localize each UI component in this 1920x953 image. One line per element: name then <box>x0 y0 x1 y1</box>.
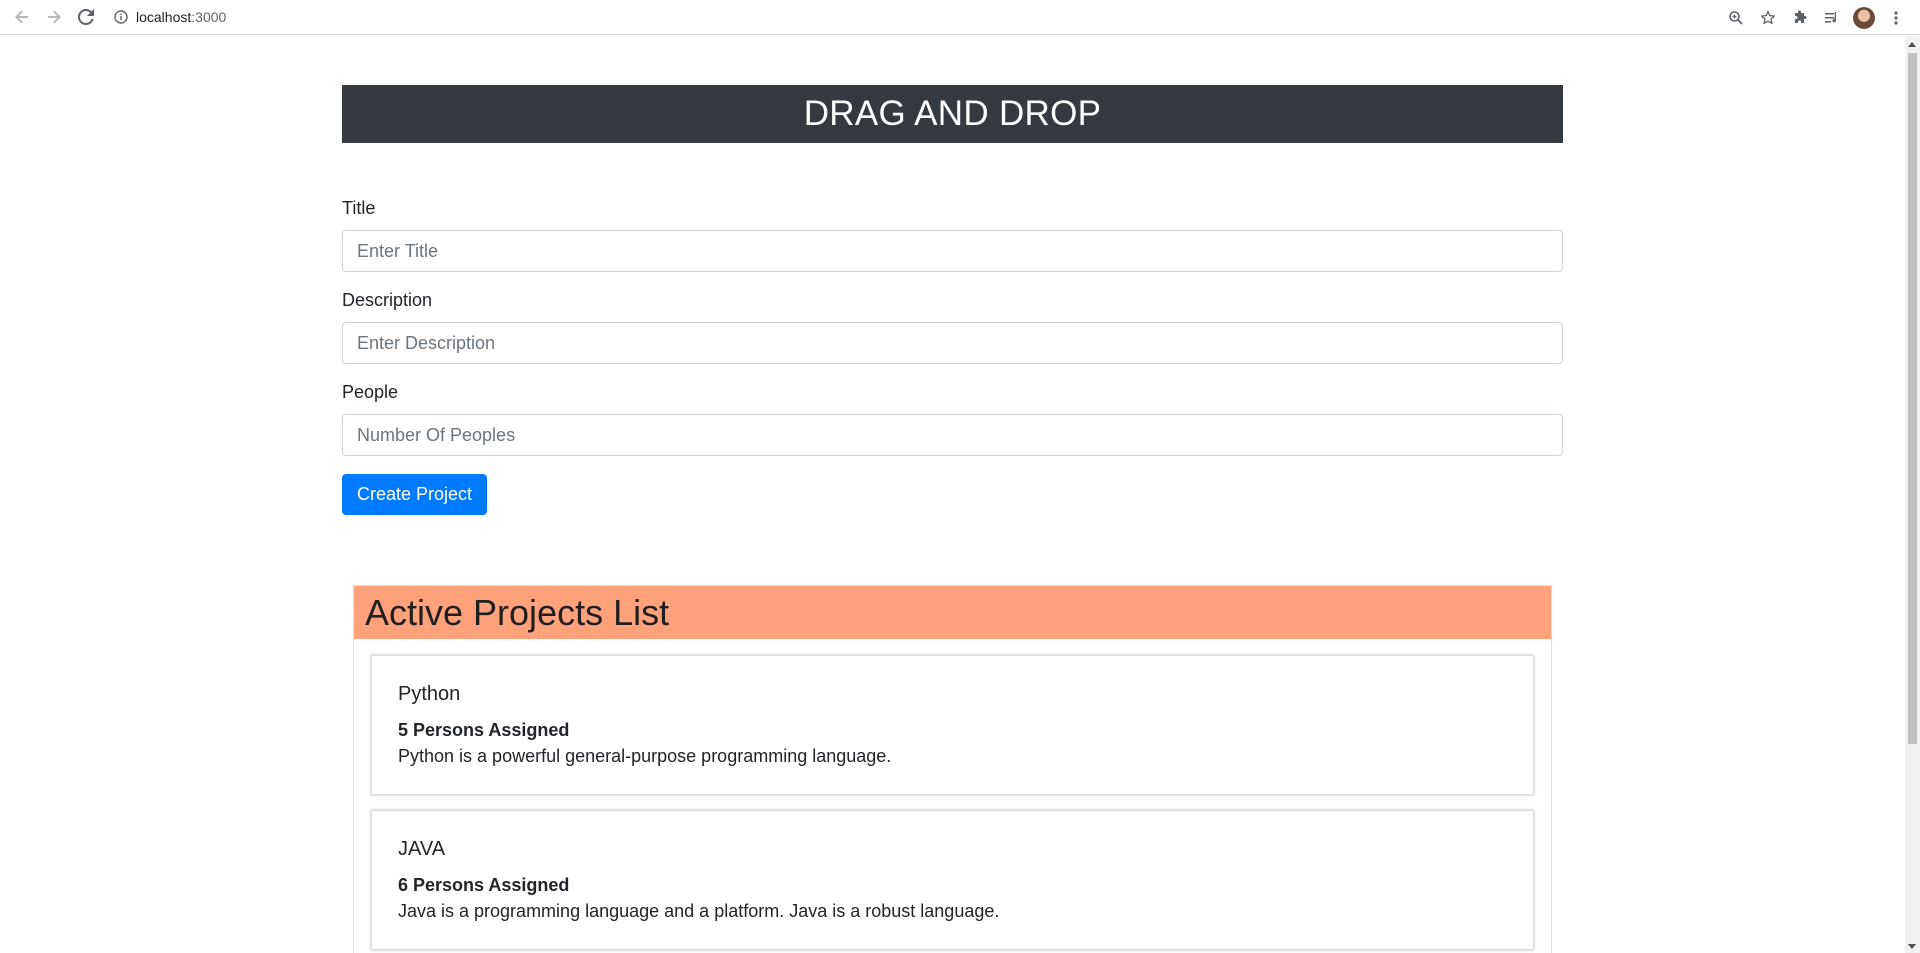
project-title: Python <box>398 683 461 705</box>
people-input[interactable] <box>342 414 1563 456</box>
page-viewport: DRAG AND DROP Title Description People C… <box>0 36 1905 953</box>
project-card-python[interactable]: Python 5 Persons Assigned Python is a po… <box>371 655 1534 795</box>
project-card-java[interactable]: JAVA 6 Persons Assigned Java is a progra… <box>371 810 1534 950</box>
bookmark-star-icon[interactable] <box>1752 2 1784 34</box>
back-arrow-icon[interactable] <box>6 1 38 33</box>
title-group: Title <box>342 198 1563 272</box>
media-queue-icon[interactable] <box>1816 2 1848 34</box>
active-projects-header: Active Projects List <box>354 586 1551 639</box>
project-description: Python is a powerful general-purpose pro… <box>398 746 892 766</box>
active-projects-list[interactable]: Active Projects List Python 5 Persons As… <box>353 585 1552 953</box>
page-title: DRAG AND DROP <box>803 94 1102 133</box>
project-form: Title Description People Create Project <box>342 198 1563 515</box>
url-port: :3000 <box>191 9 227 25</box>
browser-toolbar: localhost:3000 <box>0 0 1920 35</box>
menu-kebab-icon[interactable] <box>1880 2 1912 34</box>
title-label: Title <box>342 198 376 218</box>
project-description: Java is a programming language and a pla… <box>398 901 1000 921</box>
project-title: JAVA <box>398 838 446 860</box>
scroll-down-arrow-icon[interactable] <box>1908 944 1916 949</box>
project-people: 5 Persons Assigned <box>398 720 570 740</box>
app-container: DRAG AND DROP Title Description People C… <box>342 85 1563 953</box>
scroll-up-arrow-icon[interactable] <box>1908 42 1916 47</box>
info-icon[interactable] <box>114 10 128 24</box>
active-projects-heading: Active Projects List <box>365 591 670 633</box>
description-label: Description <box>342 290 433 310</box>
forward-arrow-icon[interactable] <box>38 1 70 33</box>
project-people: 6 Persons Assigned <box>398 875 570 895</box>
scrollbar-thumb[interactable] <box>1908 53 1917 744</box>
profile-avatar[interactable] <box>1848 2 1880 34</box>
vertical-scrollbar[interactable] <box>1905 36 1920 953</box>
project-cards: Python 5 Persons Assigned Python is a po… <box>354 639 1551 950</box>
reload-icon[interactable] <box>70 1 102 33</box>
zoom-icon[interactable] <box>1720 2 1752 34</box>
people-group: People <box>342 382 1563 456</box>
people-label: People <box>342 382 399 402</box>
title-input[interactable] <box>342 230 1563 272</box>
create-project-button[interactable]: Create Project <box>342 474 488 515</box>
extensions-puzzle-icon[interactable] <box>1784 2 1816 34</box>
url-host: localhost <box>136 9 192 25</box>
address-bar[interactable]: localhost:3000 <box>106 4 226 30</box>
description-input[interactable] <box>342 322 1563 364</box>
page-banner: DRAG AND DROP <box>342 85 1563 143</box>
description-group: Description <box>342 290 1563 364</box>
